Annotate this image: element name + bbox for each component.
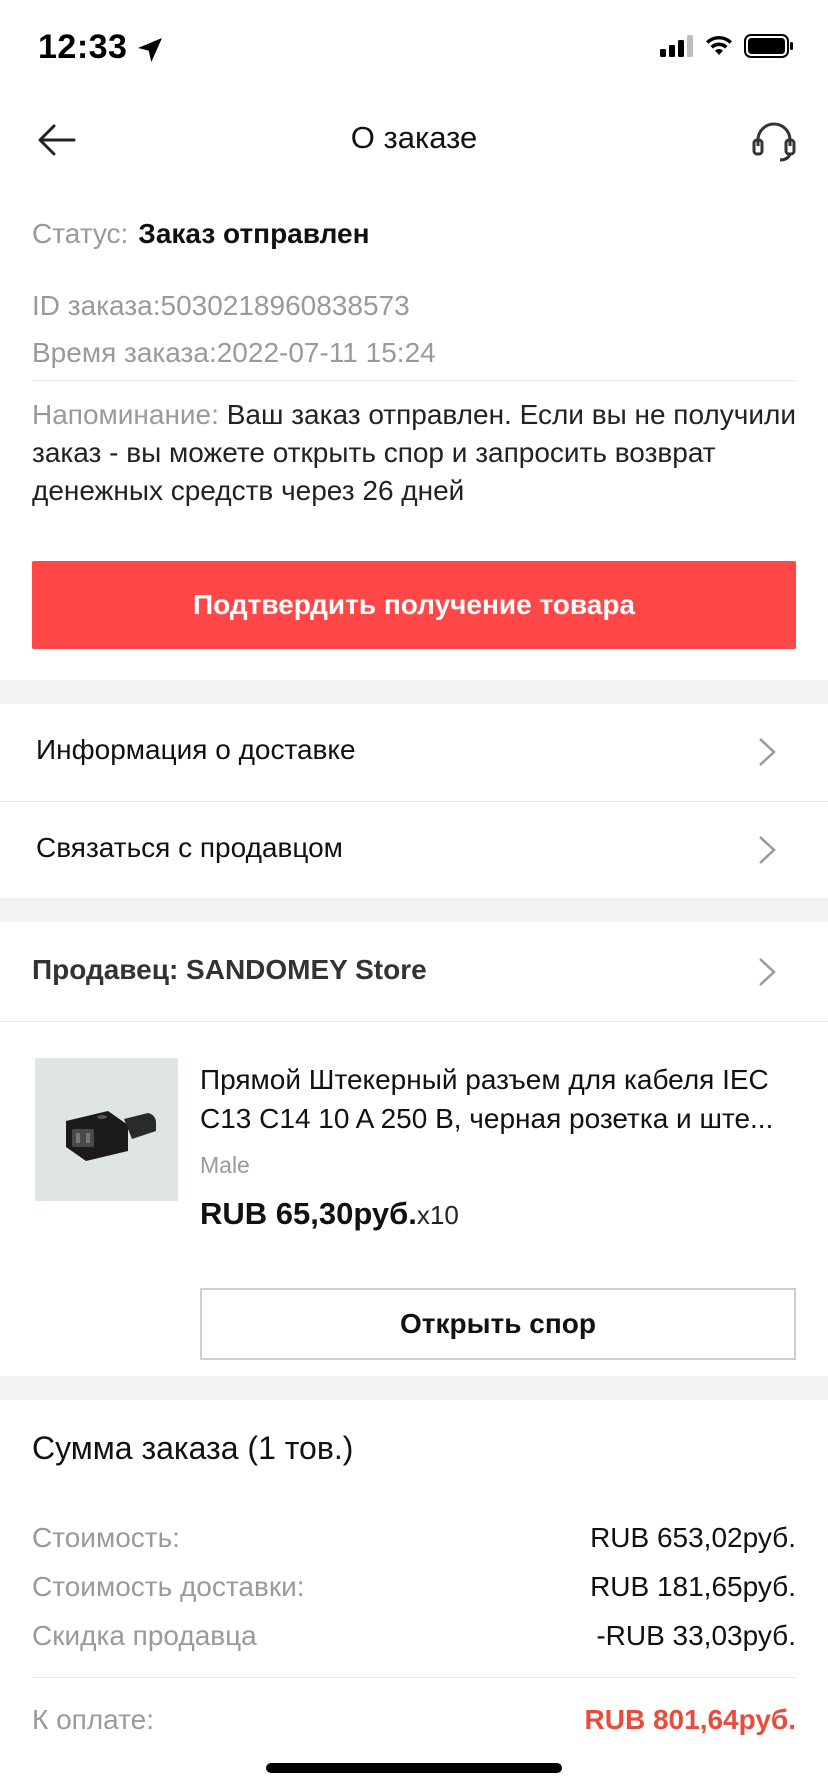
wifi-icon xyxy=(706,35,732,55)
contact-seller-label: Связаться с продавцом xyxy=(36,832,343,863)
status-value: Заказ отправлен xyxy=(138,218,370,249)
delivery-info-label: Информация о доставке xyxy=(36,734,356,765)
divider xyxy=(32,1677,796,1678)
summary-value: RUB 181,65руб. xyxy=(590,1571,796,1602)
status-time: 12:33 xyxy=(38,28,128,66)
divider xyxy=(32,380,796,381)
section-separator xyxy=(0,898,828,922)
section-separator xyxy=(0,680,828,704)
status-label: Статус: xyxy=(32,218,129,249)
total-row: К оплате: RUB 801,64руб. xyxy=(32,1704,796,1736)
seller-name: Продавец: SANDOMEY Store xyxy=(32,954,427,985)
open-dispute-button[interactable]: Открыть спор xyxy=(200,1288,796,1360)
delivery-info-row[interactable]: Информация о доставке xyxy=(0,704,828,800)
home-indicator xyxy=(266,1763,562,1773)
chevron-right-icon xyxy=(759,836,776,864)
signal-icon xyxy=(660,35,693,57)
location-arrow-icon xyxy=(138,38,162,62)
summary-title: Сумма заказа (1 тов.) xyxy=(32,1430,354,1466)
nav-bar: О заказе xyxy=(0,100,828,180)
summary-value: -RUB 33,03руб. xyxy=(596,1620,796,1651)
unit-price: RUB 65,30руб. xyxy=(200,1196,417,1231)
summary-label: Стоимость: xyxy=(32,1522,180,1553)
product-quantity: x10 xyxy=(416,1200,459,1230)
contact-seller-row[interactable]: Связаться с продавцом xyxy=(0,802,828,898)
chevron-right-icon xyxy=(759,738,776,766)
reminder-label: Напоминание: xyxy=(32,399,219,430)
status-bar: 12:33 xyxy=(0,0,828,100)
summary-row: Стоимость доставки: RUB 181,65руб. xyxy=(32,1571,796,1603)
summary-row: Скидка продавца -RUB 33,03руб. xyxy=(32,1620,796,1652)
product-image[interactable] xyxy=(35,1058,178,1201)
chevron-right-icon xyxy=(759,958,776,986)
summary-label: Скидка продавца xyxy=(32,1620,257,1651)
total-label: К оплате: xyxy=(32,1704,154,1735)
summary-row: Стоимость: RUB 653,02руб. xyxy=(32,1522,796,1554)
product-variant: Male xyxy=(200,1152,250,1178)
product-title[interactable]: Прямой Штекерный разъем для кабеля IEC C… xyxy=(200,1060,796,1138)
total-value: RUB 801,64руб. xyxy=(584,1704,796,1735)
plug-connector-icon xyxy=(36,1059,178,1201)
page-title: О заказе xyxy=(350,120,478,155)
seller-row[interactable]: Продавец: SANDOMEY Store xyxy=(0,924,828,1020)
divider xyxy=(0,1021,828,1022)
battery-icon xyxy=(744,34,793,58)
summary-value: RUB 653,02руб. xyxy=(590,1522,796,1553)
order-time: Время заказа:2022-07-11 15:24 xyxy=(32,337,436,368)
section-separator xyxy=(0,1376,828,1400)
summary-label: Стоимость доставки: xyxy=(32,1571,305,1602)
headset-icon[interactable] xyxy=(750,116,798,164)
reminder-text: Напоминание: Ваш заказ отправлен. Если в… xyxy=(32,396,796,510)
order-status: Статус: Заказ отправлен xyxy=(32,218,370,250)
product-price: RUB 65,30руб.x10 xyxy=(200,1196,459,1232)
confirm-receipt-button[interactable]: Подтвердить получение товара xyxy=(32,561,796,649)
order-id: ID заказа:5030218960838573 xyxy=(32,290,410,321)
